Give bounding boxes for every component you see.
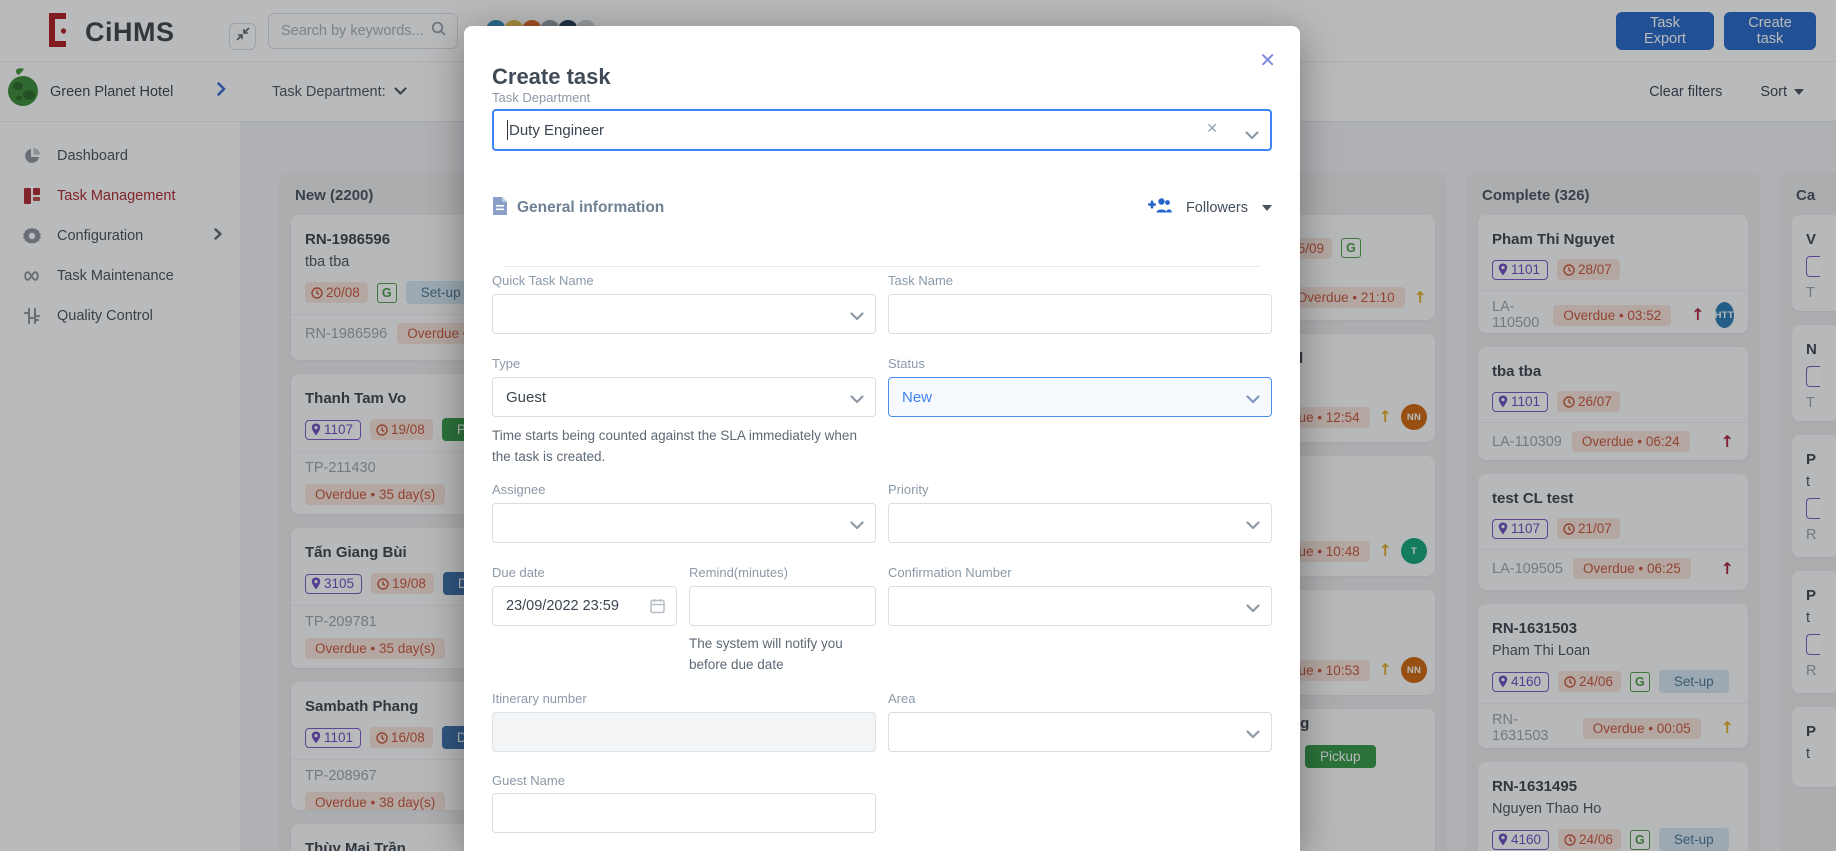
due-date-input[interactable]: 23/09/2022 23:59	[492, 586, 677, 626]
confirmation-number-select[interactable]	[888, 586, 1272, 626]
area-select[interactable]	[888, 712, 1272, 752]
due-date-value: 23/09/2022 23:59	[506, 598, 619, 614]
remind-minutes-label: Remind(minutes)	[689, 565, 788, 580]
type-helper-text: Time starts being counted against the SL…	[492, 428, 857, 464]
guest-name-input[interactable]	[492, 793, 876, 833]
clear-selection-icon[interactable]: ✕	[1206, 121, 1218, 137]
assignee-select[interactable]	[492, 503, 876, 543]
itinerary-number-label: Itinerary number	[492, 691, 587, 706]
app-root: CiHMS Search by keywords... Task Export …	[0, 0, 1836, 851]
type-value: Guest	[506, 388, 547, 406]
general-information-section: General information Followers	[492, 190, 1272, 226]
chevron-down-icon	[1246, 600, 1260, 617]
task-department-select[interactable]: Duty Engineer ✕	[492, 109, 1272, 151]
quick-task-name-label: Quick Task Name	[492, 273, 594, 288]
section-title: General information	[517, 199, 665, 216]
task-department-label: Task Department	[492, 90, 591, 105]
task-department-value: Duty Engineer	[509, 121, 605, 139]
itinerary-number-input	[492, 712, 876, 752]
assignee-label: Assignee	[492, 482, 546, 497]
create-task-modal: Create task ✕ Task Department Duty Engin…	[464, 26, 1300, 851]
status-select[interactable]: New	[888, 377, 1272, 417]
chevron-down-icon	[1246, 726, 1260, 743]
followers-label: Followers	[1185, 200, 1248, 216]
quick-task-name-select[interactable]	[492, 294, 876, 334]
area-label: Area	[888, 691, 916, 706]
type-label: Type	[492, 356, 521, 371]
chevron-down-icon	[850, 517, 864, 534]
section-divider	[504, 266, 1260, 267]
text-cursor	[507, 120, 508, 140]
chevron-down-icon	[1246, 517, 1260, 534]
remind-helper-text: The system will notify you before due da…	[689, 636, 843, 672]
close-icon[interactable]: ✕	[1259, 48, 1276, 72]
status-label: Status	[888, 356, 925, 371]
followers-dropdown[interactable]: Followers	[1147, 197, 1272, 220]
remind-minutes-input[interactable]	[689, 586, 876, 626]
document-icon	[492, 196, 508, 221]
due-date-label: Due date	[492, 565, 545, 580]
calendar-icon[interactable]	[650, 598, 665, 618]
task-name-label: Task Name	[888, 273, 954, 288]
chevron-down-icon	[1246, 391, 1260, 408]
task-name-input[interactable]	[888, 294, 1272, 334]
priority-select[interactable]	[888, 503, 1272, 543]
caret-down-icon	[1262, 205, 1272, 211]
chevron-down-icon	[850, 391, 864, 408]
priority-label: Priority	[888, 482, 929, 497]
type-select[interactable]: Guest	[492, 377, 876, 417]
add-person-icon[interactable]	[1147, 197, 1172, 220]
chevron-down-icon[interactable]	[1245, 127, 1259, 144]
modal-title: Create task	[492, 64, 611, 89]
status-value: New	[902, 388, 933, 406]
guest-name-label: Guest Name	[492, 773, 565, 788]
chevron-down-icon	[850, 308, 864, 325]
confirmation-number-label: Confirmation Number	[888, 565, 1012, 580]
